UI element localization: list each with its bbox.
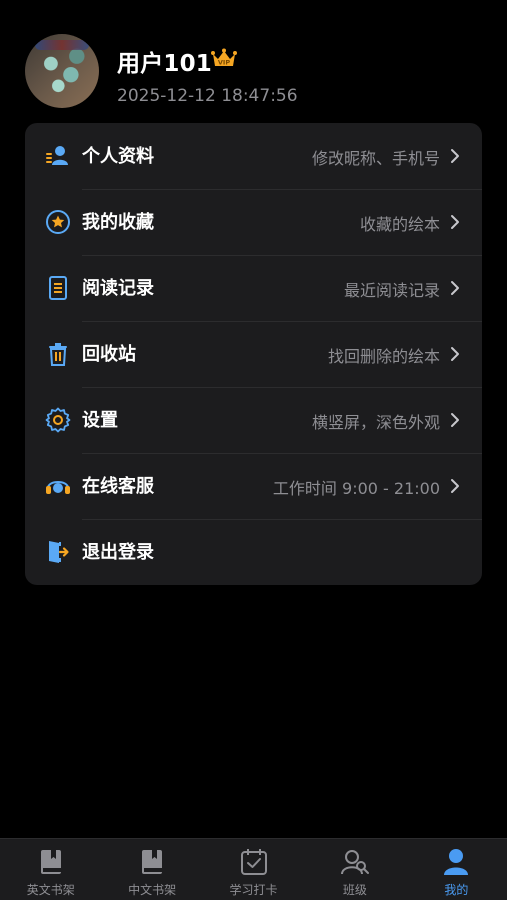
menu-item-customer-service[interactable]: 在线客服 工作时间 9:00 - 21:00 (25, 453, 482, 519)
menu-item-hint: 工作时间 9:00 - 21:00 (272, 479, 440, 498)
username: 用户101 (117, 51, 213, 77)
login-timestamp: 2025-12-12 18:47:56 (117, 86, 298, 106)
tab-mine[interactable]: 我的 (406, 839, 507, 900)
chevron-right-icon (451, 413, 459, 427)
trash-icon (49, 343, 67, 366)
tab-label: 我的 (444, 883, 469, 897)
book-icon (142, 850, 163, 874)
tab-label: 英文书架 (26, 883, 75, 897)
star-icon (46, 210, 70, 234)
vip-badge-text: VIP (218, 59, 230, 67)
settings-menu: 个人资料 修改昵称、手机号 我的收藏 收藏的绘本 阅读记录 最近阅读记录 回收站… (25, 123, 482, 585)
tab-label: 班级 (342, 883, 367, 897)
menu-item-profile[interactable]: 个人资料 修改昵称、手机号 (25, 123, 482, 189)
menu-item-label: 退出登录 (82, 542, 154, 563)
calendar-check-icon (240, 849, 267, 875)
menu-item-recycle-bin[interactable]: 回收站 找回删除的绘本 (25, 321, 482, 387)
chevron-right-icon (451, 215, 459, 229)
headset-icon (46, 481, 70, 494)
tab-label: 学习打卡 (229, 883, 278, 897)
menu-item-favorites[interactable]: 我的收藏 收藏的绘本 (25, 189, 482, 255)
gear-icon (45, 407, 71, 433)
chevron-right-icon (451, 479, 459, 493)
tab-english-shelf[interactable]: 英文书架 (0, 839, 101, 900)
bottom-tab-bar: 英文书架 中文书架 学习打卡 班级 我的 (0, 838, 507, 900)
menu-item-reading-history[interactable]: 阅读记录 最近阅读记录 (25, 255, 482, 321)
tab-study-checkin[interactable]: 学习打卡 (203, 839, 304, 900)
chevron-right-icon (451, 347, 459, 361)
menu-item-label: 回收站 (82, 344, 136, 365)
book-icon (40, 850, 61, 874)
user-profile-icon (46, 146, 68, 165)
tab-chinese-shelf[interactable]: 中文书架 (101, 839, 202, 900)
chevron-right-icon (451, 149, 459, 163)
menu-item-settings[interactable]: 设置 横竖屏，深色外观 (25, 387, 482, 453)
document-list-icon (49, 276, 67, 300)
chevron-right-icon (451, 281, 459, 295)
people-icon (340, 850, 369, 875)
person-icon (444, 849, 469, 875)
menu-item-hint: 最近阅读记录 (343, 281, 440, 300)
menu-item-hint: 找回删除的绘本 (327, 347, 440, 366)
menu-item-hint: 横竖屏，深色外观 (311, 413, 440, 432)
tab-label: 中文书架 (128, 883, 177, 897)
tab-class[interactable]: 班级 (304, 839, 405, 900)
vip-crown-icon: VIP (211, 48, 237, 67)
menu-item-hint: 修改昵称、手机号 (311, 149, 440, 168)
menu-item-hint: 收藏的绘本 (359, 215, 440, 234)
avatar[interactable] (25, 34, 99, 108)
menu-item-label: 在线客服 (82, 476, 154, 497)
logout-icon (49, 541, 69, 563)
profile-header[interactable]: 用户101 VIP 2025-12-12 18:47:56 (25, 34, 485, 114)
menu-item-label: 个人资料 (82, 146, 154, 167)
menu-item-logout[interactable]: 退出登录 (25, 519, 482, 585)
menu-item-label: 我的收藏 (82, 212, 154, 233)
menu-item-label: 设置 (82, 410, 118, 431)
menu-item-label: 阅读记录 (82, 278, 154, 299)
